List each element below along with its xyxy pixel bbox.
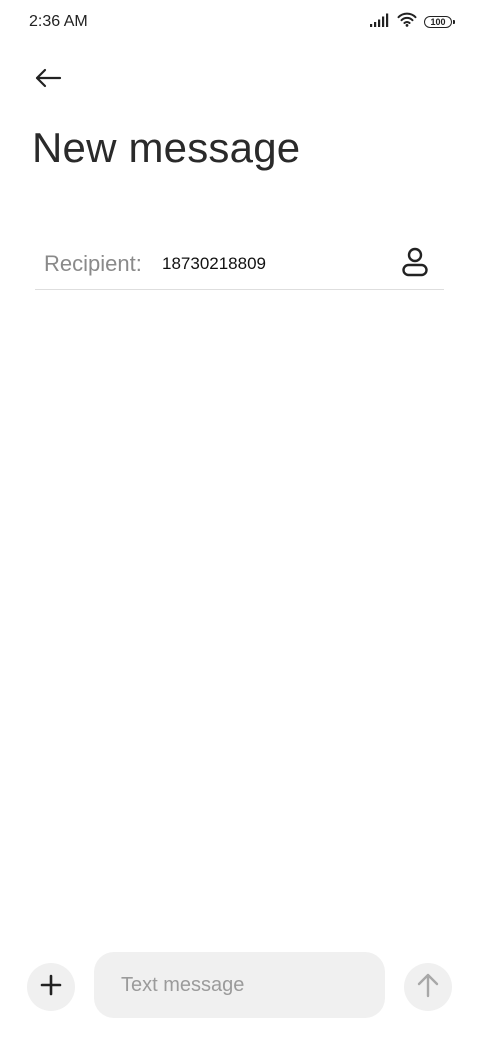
signal-icon — [370, 13, 390, 32]
back-button[interactable] — [22, 58, 74, 102]
recipient-label: Recipient: — [44, 251, 142, 276]
send-button[interactable] — [404, 963, 452, 1011]
message-input[interactable] — [94, 952, 385, 1018]
status-bar: 2:36 AM 100 — [0, 0, 480, 44]
status-time: 2:36 AM — [29, 13, 88, 30]
contact-picker-button[interactable] — [396, 244, 434, 284]
recipient-input[interactable]: 18730218809 — [162, 254, 266, 274]
page-title: New message — [32, 124, 301, 171]
battery-level: 100 — [430, 16, 446, 27]
arrow-left-icon — [34, 68, 62, 93]
message-composer — [0, 950, 480, 1020]
plus-icon — [40, 974, 62, 1001]
battery-icon: 100 — [424, 16, 455, 28]
new-message-screen: 2:36 AM 100 New message Recipient: 18730… — [0, 0, 480, 1040]
recipient-row[interactable]: Recipient: 18730218809 — [35, 238, 444, 290]
add-attachment-button[interactable] — [27, 963, 75, 1011]
person-icon — [401, 247, 429, 282]
arrow-up-icon — [417, 972, 439, 1003]
status-icons: 100 — [370, 12, 455, 32]
wifi-icon — [397, 12, 417, 32]
